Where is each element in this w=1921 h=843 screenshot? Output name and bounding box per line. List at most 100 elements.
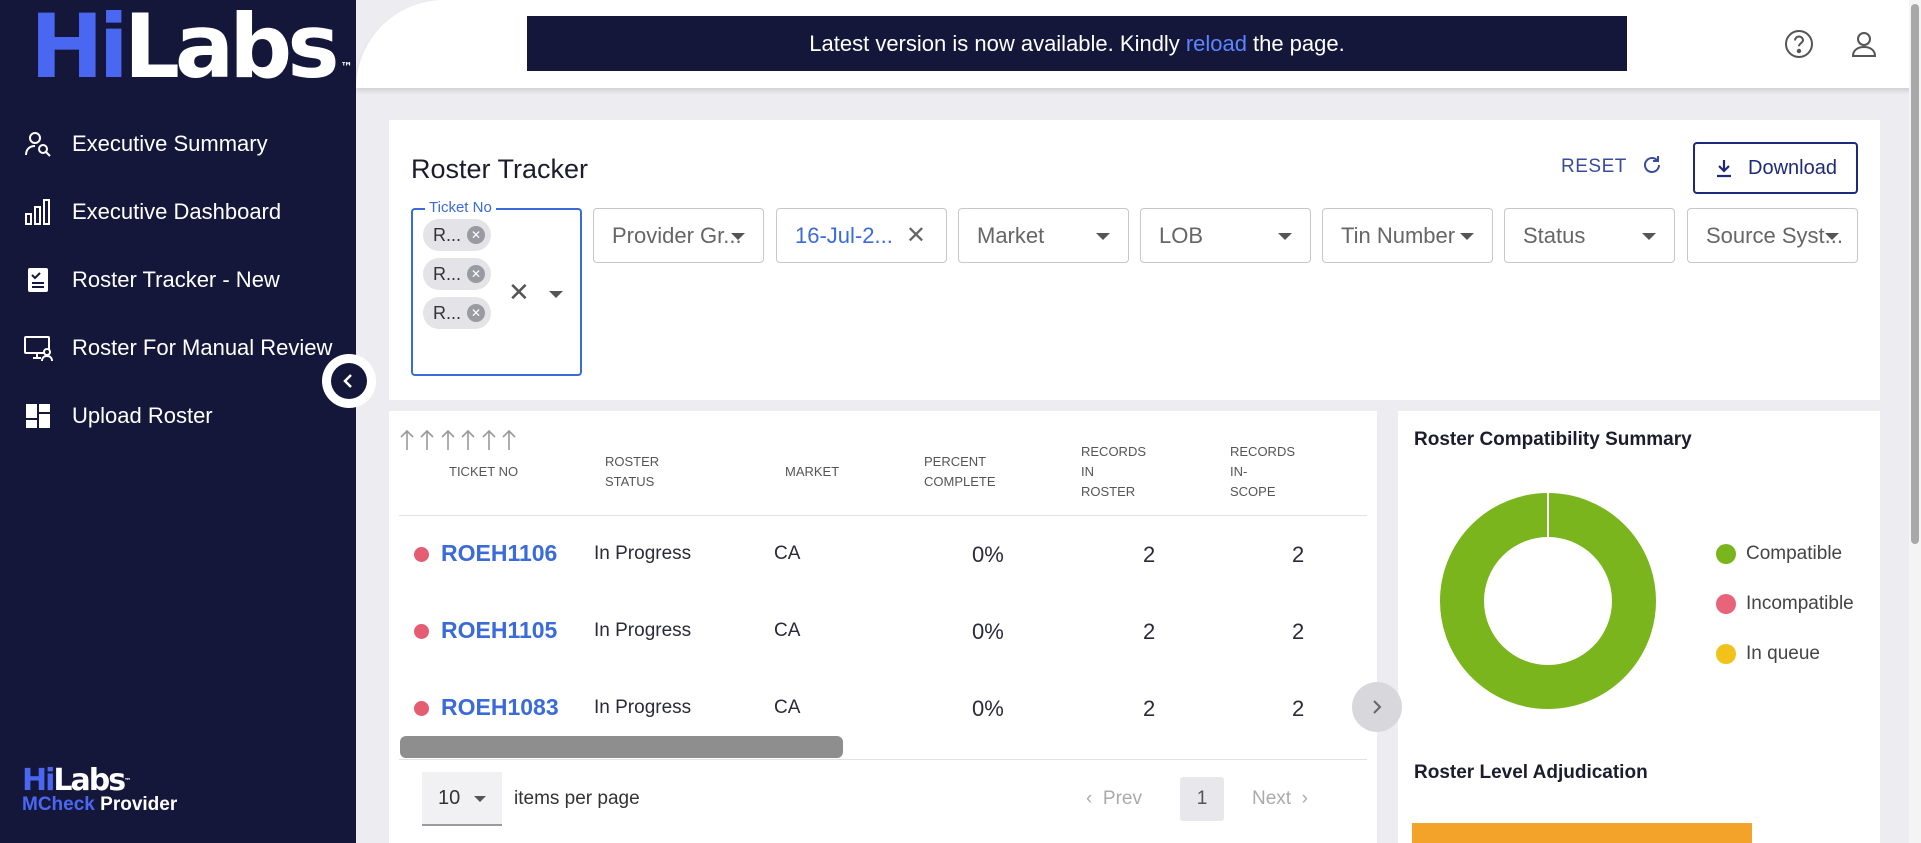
column-header-label: IN-: [1230, 464, 1248, 479]
column-header-records-in-scope[interactable]: RECORDS IN- SCOPE: [1230, 442, 1295, 502]
help-circle-icon[interactable]: [1781, 26, 1817, 62]
lob-select[interactable]: LOB: [1140, 208, 1311, 263]
column-header-ticket-no[interactable]: TICKET NO: [449, 462, 518, 482]
ticket-no-label: Ticket No: [425, 199, 496, 216]
sidebar-item-roster-manual-review[interactable]: Roster For Manual Review: [0, 314, 356, 382]
items-per-page-select[interactable]: 10: [422, 772, 502, 826]
roster-status: In Progress: [594, 620, 692, 641]
sidebar-item-roster-tracker-new[interactable]: Roster Tracker - New: [0, 246, 356, 314]
sort-arrow-icon[interactable]: [399, 429, 415, 451]
source-system-label: Source Syst...: [1706, 222, 1843, 248]
column-header-label: MARKET: [785, 464, 840, 479]
user-icon[interactable]: [1846, 26, 1882, 62]
chip-remove-icon[interactable]: ✕: [467, 265, 485, 283]
chart-legend: Compatible Incompatible In queue: [1716, 529, 1854, 679]
compatibility-summary-card: Roster Compatibility Summary Compatible …: [1398, 411, 1880, 843]
sort-arrow-icon[interactable]: [501, 429, 517, 451]
sidebar-item-label: Executive Dashboard: [72, 199, 282, 224]
sidebar: HiLabs ™ Executive Summary Executive Dash…: [0, 0, 356, 843]
scrollbar-thumb[interactable]: [1911, 4, 1919, 544]
ticket-chip[interactable]: R... ✕: [423, 258, 491, 290]
sort-arrow-icon[interactable]: [440, 429, 456, 451]
sidebar-item-label: Executive Summary: [72, 131, 268, 156]
table-header: TICKET NO ROSTER STATUS MARKET PERCENT COM…: [399, 429, 1367, 516]
footer-logo-provider: Provider: [100, 794, 178, 815]
column-header-label: IN: [1081, 464, 1094, 479]
summary-title: Roster Compatibility Summary: [1414, 429, 1692, 450]
column-header-market[interactable]: MARKET: [785, 462, 839, 482]
chevron-right-icon: [1373, 700, 1382, 714]
table-horizontal-scrollbar[interactable]: [400, 736, 843, 758]
sort-arrow-icon[interactable]: [460, 429, 476, 451]
source-system-select[interactable]: Source Syst...: [1687, 208, 1858, 263]
sort-arrow-icon[interactable]: [481, 429, 497, 451]
update-banner: Latest version is now available. Kindly …: [527, 16, 1627, 71]
ticket-no-multiselect[interactable]: Ticket No R... ✕ R... ✕ R... ✕ ✕: [411, 199, 582, 376]
chevron-down-icon: [1278, 233, 1292, 240]
records-in-roster: 2: [1143, 542, 1156, 567]
download-button[interactable]: Download: [1693, 142, 1858, 194]
market-select[interactable]: Market: [958, 208, 1129, 263]
market-cell: CA: [774, 697, 801, 718]
sidebar-item-upload-roster[interactable]: Upload Roster: [0, 382, 356, 450]
table-row[interactable]: ROEH1105 In Progress CA 0% 2 2: [399, 593, 1367, 670]
mcheck-provider-logo: HiLabs™ MCheck Provider: [22, 766, 178, 815]
prev-page-button[interactable]: ‹ Prev: [1086, 788, 1142, 810]
status-dot: [414, 701, 429, 716]
records-in-scope: 2: [1292, 619, 1305, 644]
legend-swatch: [1716, 594, 1736, 614]
hilabs-logo: HiLabs ™: [30, 2, 353, 92]
column-header-roster-status[interactable]: ROSTER STATUS: [605, 452, 659, 492]
provider-group-select[interactable]: Provider Gr...: [593, 208, 764, 263]
clear-date-icon[interactable]: ✕: [906, 221, 926, 250]
chip-remove-icon[interactable]: ✕: [467, 304, 485, 322]
table-pagination: 10 items per page ‹ Prev 1 Next ›: [399, 759, 1367, 843]
chevron-down-icon[interactable]: [549, 291, 563, 298]
footer-logo-hi: Hi: [22, 763, 55, 798]
sidebar-item-label: Roster For Manual Review: [72, 335, 333, 360]
reset-button[interactable]: RESET: [1561, 156, 1627, 178]
collapse-sidebar-button[interactable]: [322, 354, 376, 408]
ticket-chip[interactable]: R... ✕: [423, 297, 491, 329]
chevron-down-icon: [1825, 233, 1839, 240]
sidebar-item-executive-summary[interactable]: Executive Summary: [0, 110, 356, 178]
status-select[interactable]: Status: [1504, 208, 1675, 263]
refresh-icon[interactable]: [1637, 150, 1667, 180]
scroll-right-button[interactable]: [1352, 682, 1402, 732]
page-number-button[interactable]: 1: [1180, 777, 1224, 821]
provider-group-label: Provider Gr...: [612, 222, 742, 248]
column-header-records-in-roster[interactable]: RECORDS IN ROSTER: [1081, 442, 1146, 502]
date-filter[interactable]: 16-Jul-2... ✕: [776, 208, 947, 263]
ticket-link[interactable]: ROEH1083: [441, 694, 559, 721]
lob-label: LOB: [1159, 222, 1204, 248]
ticket-chip-label: R...: [433, 302, 462, 323]
sort-arrow-icon[interactable]: [419, 429, 435, 451]
ticket-chip[interactable]: R... ✕: [423, 219, 491, 251]
reload-link[interactable]: reload: [1186, 31, 1247, 57]
column-header-label: STATUS: [605, 474, 655, 489]
adjudication-bar: [1412, 823, 1752, 843]
ticket-chip-label: R...: [433, 263, 462, 284]
user-search-icon: [22, 128, 54, 160]
column-header-label: SCOPE: [1230, 484, 1276, 499]
ticket-link[interactable]: ROEH1106: [441, 540, 557, 567]
clear-selection-icon[interactable]: ✕: [508, 279, 530, 305]
percent-complete: 0%: [972, 696, 1004, 721]
footer-logo-trademark: ™: [124, 777, 132, 785]
sidebar-item-executive-dashboard[interactable]: Executive Dashboard: [0, 178, 356, 246]
ticket-link[interactable]: ROEH1105: [441, 617, 557, 644]
page-scrollbar[interactable]: [1909, 0, 1921, 843]
legend-label: Compatible: [1746, 543, 1843, 564]
status-dot: [414, 547, 429, 562]
records-in-roster: 2: [1143, 696, 1156, 721]
next-page-button[interactable]: Next ›: [1252, 788, 1308, 810]
column-header-label: RECORDS: [1081, 444, 1147, 459]
tin-number-select[interactable]: Tin Number: [1322, 208, 1493, 263]
legend-item-in-queue: In queue: [1716, 629, 1854, 679]
column-header-percent-complete[interactable]: PERCENT COMPLETE: [924, 452, 996, 492]
sidebar-nav: Executive Summary Executive Dashboard Ro…: [0, 110, 356, 450]
filter-card: Roster Tracker RESET Download Ticket No …: [389, 120, 1880, 400]
chip-remove-icon[interactable]: ✕: [467, 226, 485, 244]
tin-number-label: Tin Number: [1341, 222, 1456, 248]
table-row[interactable]: ROEH1106 In Progress CA 0% 2 2: [399, 516, 1367, 593]
